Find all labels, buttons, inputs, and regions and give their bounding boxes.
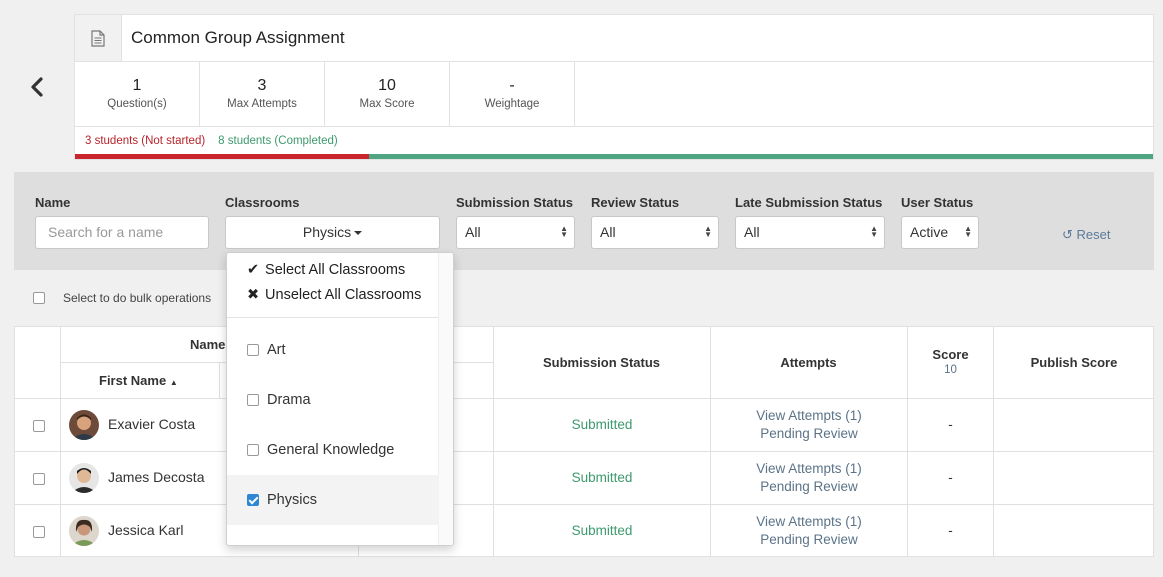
view-attempts-link[interactable]: View Attempts (1) [711,408,907,423]
classrooms-dropdown-button[interactable]: Physics [225,216,440,249]
classroom-option-general-knowledge[interactable]: General Knowledge [227,425,439,475]
bulk-select-row: Select to do bulk operations [33,291,211,305]
progress-completed-segment [369,154,1153,159]
first-name-header[interactable]: First Name ▲ [99,373,178,388]
student-name[interactable]: Jessica Karl [108,522,183,538]
reset-icon: ↺ [1062,227,1073,242]
select-arrows-icon: ▲ ▼ [704,224,712,239]
review-status: Pending Review [760,532,858,547]
submission-status: Submitted [571,523,633,538]
classrooms-selected-value: Physics [302,224,352,240]
attempts-header: Attempts [780,355,837,370]
reset-button[interactable]: ↺ Reset [1062,227,1111,243]
completed-count[interactable]: 8 students (Completed) [218,135,338,147]
view-attempts-link[interactable]: View Attempts (1) [711,514,907,529]
stat-max-score: 10 Max Score [325,62,450,126]
classroom-option-art[interactable]: Art [227,325,439,375]
student-name[interactable]: Exavier Costa [108,416,195,432]
user-status-label: User Status [901,195,974,210]
submission-status: Submitted [571,470,633,485]
select-arrows-icon: ▲ ▼ [964,224,972,239]
review-status-label: Review Status [591,195,680,210]
score-value: - [948,417,953,432]
name-group-header: Name [190,337,226,352]
bulk-select-checkbox[interactable] [33,292,45,304]
select-all-classrooms[interactable]: ✔ Select All Classrooms [247,262,405,278]
option-checkbox[interactable] [247,344,259,356]
stat-weightage: - Weightage [450,62,575,126]
option-checkbox[interactable] [247,394,259,406]
classroom-option-physics[interactable]: Physics [227,475,439,525]
caret-down-icon [354,231,363,236]
score-max: 10 [944,364,957,376]
students-table: Name First Name ▲ Submission Status Atte… [14,326,1154,557]
stat-max-attempts: 3 Max Attempts [200,62,325,126]
progress-not-started-segment [75,154,370,159]
score-header: Score [932,347,969,362]
classrooms-filter-label: Classrooms [225,195,300,210]
document-icon [75,15,122,61]
avatar [69,410,99,440]
review-status-select[interactable]: All ▲ ▼ [591,216,719,249]
cross-icon: ✖ [247,287,260,303]
submission-status-header: Submission Status [542,355,661,370]
assignment-summary-card: Common Group Assignment 1 Question(s) 3 Ma… [74,14,1154,160]
bulk-select-label: Select to do bulk operations [63,291,212,305]
view-attempts-link[interactable]: View Attempts (1) [711,461,907,476]
sort-ascending-icon: ▲ [169,378,178,387]
filter-panel: Name Search for a name Classrooms Physic… [14,172,1154,270]
assignment-title: Common Group Assignment [131,28,345,47]
stat-questions: 1 Question(s) [75,62,200,126]
select-arrows-icon: ▲ ▼ [870,224,878,239]
name-search-input[interactable]: Search for a name [35,216,209,249]
late-submission-label: Late Submission Status [735,195,883,210]
submission-status-select[interactable]: All ▲ ▼ [456,216,575,249]
review-status: Pending Review [760,479,858,494]
row-checkbox[interactable] [33,473,45,485]
late-submission-select[interactable]: All ▲ ▼ [735,216,885,249]
submission-status-label: Submission Status [456,195,574,210]
classroom-option-drama[interactable]: Drama [227,375,439,425]
select-arrows-icon: ▲ ▼ [560,224,568,239]
publish-score-header: Publish Score [1030,355,1118,370]
dropdown-scrollbar[interactable] [438,253,453,545]
score-value: - [948,470,953,485]
student-name[interactable]: James Decosta [108,469,204,485]
row-checkbox[interactable] [33,420,45,432]
check-icon: ✔ [247,262,260,278]
name-filter-label: Name [35,195,71,210]
option-checkbox[interactable] [247,444,259,456]
dropdown-divider [227,317,438,318]
user-status-select[interactable]: Active ▲ ▼ [901,216,979,249]
back-chevron-icon[interactable] [26,76,48,98]
not-started-count[interactable]: 3 students (Not started) [85,135,205,147]
submission-status: Submitted [571,417,633,432]
unselect-all-classrooms[interactable]: ✖ Unselect All Classrooms [247,287,421,303]
option-checkbox-checked[interactable] [247,494,259,506]
avatar [69,463,99,493]
row-checkbox[interactable] [33,526,45,538]
score-value: - [948,523,953,538]
classrooms-dropdown-menu: ✔ Select All Classrooms ✖ Unselect All C… [226,252,454,546]
avatar [69,516,99,546]
review-status: Pending Review [760,426,858,441]
completion-progress-bar [75,154,1153,159]
